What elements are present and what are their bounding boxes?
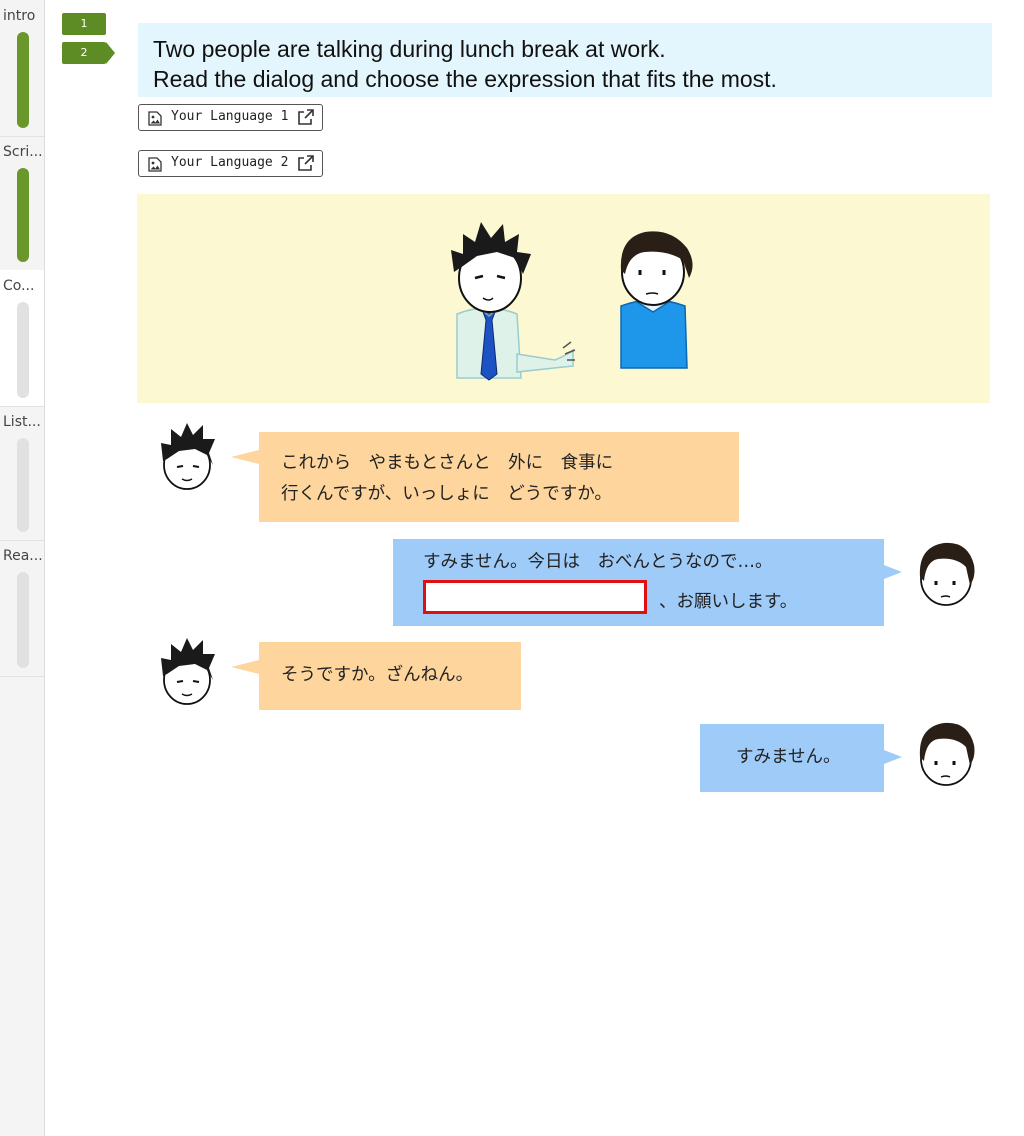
- speaker-b-avatar-icon: [919, 542, 975, 606]
- dialog-line-suffix: 、お願いします。: [659, 592, 798, 612]
- instruction-box: Two people are talking during lunch brea…: [138, 23, 992, 97]
- man-in-blue-figure: [620, 231, 693, 369]
- two-coworkers-illustration: [451, 222, 693, 381]
- sidebar-section-intro[interactable]: intro: [0, 0, 44, 137]
- dialog-line: これから やまもとさんと 外に 食事に: [281, 453, 614, 473]
- dialog-bubble-1: これから やまもとさんと 外に 食事に 行くんですが、いっしょに どうですか。: [231, 432, 739, 522]
- sidebar-section-label: Scri...: [3, 144, 43, 160]
- man-with-tie-figure: [451, 222, 576, 381]
- answer-blank-field[interactable]: [423, 580, 647, 614]
- image-file-icon: [148, 111, 162, 126]
- your-language-2-button[interactable]: Your Language 2: [138, 150, 323, 177]
- dialog-bubble-3: そうですか。ざんねん。: [231, 642, 521, 710]
- sidebar-section-script[interactable]: Scri...: [0, 136, 44, 271]
- section-progress-bar: [17, 438, 29, 532]
- dialog-line: すみません。: [736, 747, 841, 767]
- external-link-icon: [298, 155, 314, 171]
- your-language-1-button[interactable]: Your Language 1: [138, 104, 323, 131]
- dialog-bubble-4: すみません。: [700, 724, 902, 792]
- sidebar-section-label: Co...: [3, 278, 35, 294]
- sidebar-section-listening[interactable]: List...: [0, 406, 44, 541]
- instruction-line: Two people are talking during lunch brea…: [153, 36, 666, 62]
- section-progress-bar: [17, 572, 29, 668]
- section-progress-bar: [17, 302, 29, 398]
- sidebar: intro Scri... Co... List... Rea...: [0, 0, 45, 1136]
- your-language-label: Your Language 1: [171, 109, 289, 124]
- sidebar-section-label: List...: [3, 414, 41, 430]
- scene-illustration: [137, 194, 990, 403]
- sidebar-section-label: intro: [3, 8, 36, 24]
- section-progress-bar: [17, 32, 29, 128]
- image-file-icon: [148, 157, 162, 172]
- sidebar-section-reading[interactable]: Rea...: [0, 540, 44, 677]
- sidebar-section-co[interactable]: Co...: [0, 270, 44, 407]
- your-language-label: Your Language 2: [171, 155, 289, 170]
- speaker-b-avatar-icon: [919, 722, 975, 786]
- speaker-a-avatar-icon: [161, 423, 215, 490]
- speaker-a-avatar-icon: [161, 638, 215, 705]
- step-tab-1[interactable]: 1: [62, 13, 106, 35]
- external-link-icon: [298, 109, 314, 125]
- instruction-line: Read the dialog and choose the expressio…: [153, 66, 777, 92]
- dialog-line: 行くんですが、いっしょに どうですか。: [281, 484, 612, 504]
- step-tab-2[interactable]: 2: [62, 42, 115, 64]
- section-progress-bar: [17, 168, 29, 262]
- dialog-line: そうですか。ざんねん。: [281, 665, 474, 685]
- dialog-line: すみません。今日は おべんとうなので…。: [423, 552, 773, 572]
- dialog-bubble-2: すみません。今日は おべんとうなので…。 、お願いします。: [393, 539, 902, 626]
- sidebar-section-label: Rea...: [3, 548, 43, 564]
